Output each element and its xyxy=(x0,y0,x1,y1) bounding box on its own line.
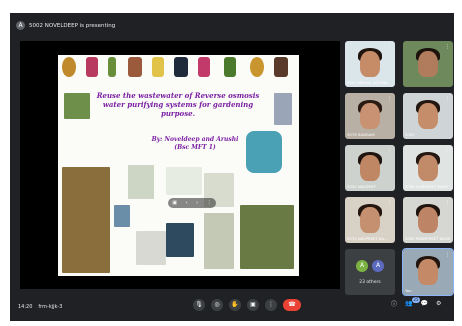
others-count: 23 others xyxy=(359,280,381,285)
activities-icon[interactable]: ⚙ xyxy=(436,300,441,307)
others-tile[interactable]: A A 23 others xyxy=(345,249,395,295)
top-bar: A 5002 NOVELDEEP is presenting xyxy=(10,13,454,37)
plant-sketch-image xyxy=(128,165,154,199)
participant-name: 5030 NAVDEEP xyxy=(347,184,376,189)
garden-painting-image xyxy=(62,167,110,273)
participant-name: 5060 PARMPREET KAUR xyxy=(405,236,451,241)
participant-name: 5074 NAVPREET KA... xyxy=(347,236,388,241)
next-icon[interactable]: › xyxy=(196,200,198,206)
plant-pot-image xyxy=(64,93,90,119)
prev-icon[interactable]: ‹ xyxy=(186,200,188,206)
participant-name: 5079 SANGAM xyxy=(347,132,375,137)
participant-count-badge: 25 xyxy=(412,297,420,303)
info-icon[interactable]: ⓘ xyxy=(391,299,397,308)
deco-plant-icon xyxy=(108,57,116,77)
participant-name: 5001 MEHAK LUTHRA xyxy=(347,80,388,85)
call-controls: 🎙 ◎ ✋ ▣ ⋮ ☎ xyxy=(193,299,301,311)
tile-options-icon[interactable]: ⋮ xyxy=(387,44,392,50)
deco-pot-icon xyxy=(274,57,288,77)
tile-options-icon[interactable]: ⋮ xyxy=(387,96,392,102)
watering-image xyxy=(114,205,130,227)
deco-flower-icon xyxy=(152,57,164,77)
bottom-bar: 14:20 frm-kjjk-3 🎙 ◎ ✋ ▣ ⋮ ☎ ⓘ 👥 💬 ⚙ 25 xyxy=(10,297,454,321)
participant-video xyxy=(418,155,438,181)
meeting-code[interactable]: frm-kjjk-3 xyxy=(38,304,62,310)
tile-options-icon[interactable]: ⋮ xyxy=(445,148,450,154)
participant-video xyxy=(360,155,380,181)
deco-sunflower-icon xyxy=(62,57,76,77)
participant-video xyxy=(418,259,438,285)
participant-tile[interactable]: ⋮ 5005 xyxy=(403,93,453,139)
ro-purifier-image xyxy=(274,93,292,125)
tile-options-icon[interactable]: ⋮ xyxy=(387,200,392,206)
participant-name: 5096 GURPREET KAUR xyxy=(405,184,448,189)
tile-options-icon[interactable]: ⋮ xyxy=(387,148,392,154)
presenter-avatar: A xyxy=(16,21,25,30)
fit-icon[interactable]: ▣ xyxy=(172,200,177,206)
participant-tile[interactable]: ⋮ 5096 GURPREET KAUR xyxy=(403,145,453,191)
leaves-image xyxy=(166,167,202,195)
presentation-stage: Reuse the wastewater of Reverse osmosis … xyxy=(20,41,340,289)
participant-video xyxy=(360,207,380,233)
other-participant-avatar: A xyxy=(372,260,384,272)
vase-plant-image xyxy=(204,213,234,269)
presentation-slide: Reuse the wastewater of Reverse osmosis … xyxy=(58,55,299,276)
deco-pot-icon xyxy=(128,57,142,77)
participant-video xyxy=(418,207,438,233)
chat-icon[interactable]: 💬 xyxy=(421,300,428,307)
presenter-chip[interactable]: A 5002 NOVELDEEP is presenting xyxy=(16,20,115,31)
end-call-button[interactable]: ☎ xyxy=(283,299,301,311)
participant-name: 5005 xyxy=(405,132,415,137)
participant-video xyxy=(418,103,438,129)
participant-tile[interactable]: ⋮ You xyxy=(402,248,454,296)
meet-window: A 5002 NOVELDEEP is presenting Reuse the… xyxy=(10,13,454,321)
tile-options-icon[interactable]: ⋮ xyxy=(445,44,450,50)
participant-video xyxy=(360,103,380,129)
slide-title: Reuse the wastewater of Reverse osmosis … xyxy=(96,91,260,118)
slide-authors: By: Noveldeep and Arushi (Bsc MFT 1) xyxy=(151,136,239,151)
participant-video xyxy=(418,51,438,77)
participant-tile[interactable]: ⋮ 5030 NAVDEEP xyxy=(345,145,395,191)
deco-flower-icon xyxy=(198,57,210,77)
participant-name: You xyxy=(405,288,412,293)
meeting-info: 14:20 frm-kjjk-3 xyxy=(18,304,62,310)
participant-tile[interactable]: ⋮ 5001 MEHAK LUTHRA xyxy=(345,41,395,87)
participant-tile[interactable]: ⋮ xyxy=(403,41,453,87)
tile-options-icon[interactable]: ⋮ xyxy=(445,96,450,102)
participant-video xyxy=(360,51,380,77)
other-participant-avatar: A xyxy=(356,260,368,272)
deco-sunflower-icon xyxy=(250,57,264,77)
deco-plant-icon xyxy=(174,57,188,77)
participant-tile[interactable]: ⋮ 5079 SANGAM xyxy=(345,93,395,139)
mic-button[interactable]: 🎙 xyxy=(193,299,205,311)
presenter-label: 5002 NOVELDEEP is presenting xyxy=(29,22,116,29)
more-icon[interactable]: ⋮ xyxy=(207,200,212,206)
participant-tile[interactable]: ⋮ 5074 NAVPREET KA... xyxy=(345,197,395,243)
ro-system-image xyxy=(166,223,194,257)
participant-tile[interactable]: ⋮ 5060 PARMPREET KAUR xyxy=(403,197,453,243)
deco-flower-icon xyxy=(86,57,98,77)
tile-options-icon[interactable]: ⋮ xyxy=(445,200,450,206)
camera-button[interactable]: ◎ xyxy=(211,299,223,311)
person-watering-image xyxy=(136,231,166,265)
raise-hand-button[interactable]: ✋ xyxy=(229,299,241,311)
more-options-button[interactable]: ⋮ xyxy=(265,299,277,311)
clock: 14:20 xyxy=(18,304,33,310)
present-button[interactable]: ▣ xyxy=(247,299,259,311)
tile-options-icon[interactable]: ⋮ xyxy=(445,252,450,258)
deco-plant-icon xyxy=(224,57,236,77)
slide-controls: ▣ ‹ › ⋮ xyxy=(168,198,216,208)
indoor-plants-image xyxy=(240,205,294,269)
water-drop-plant-image xyxy=(246,131,282,173)
